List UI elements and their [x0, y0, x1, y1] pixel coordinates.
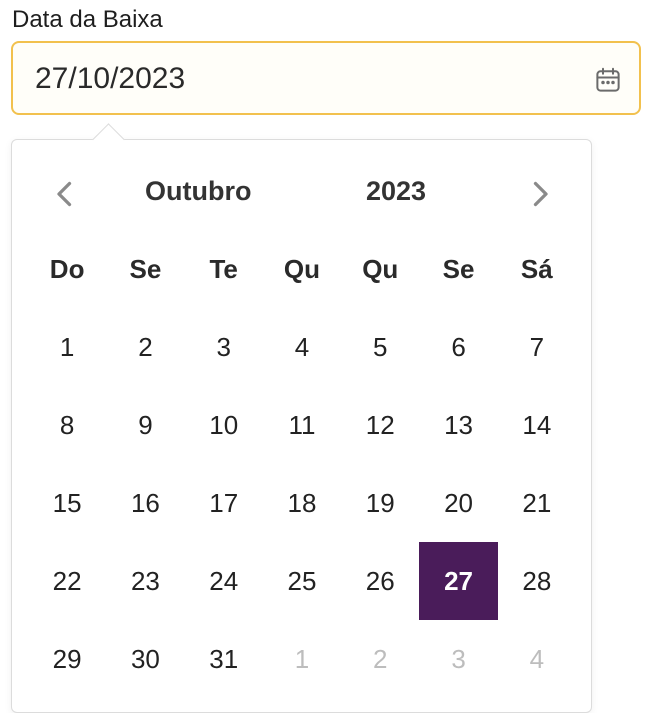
calendar-day[interactable]: 15 — [28, 464, 106, 542]
datepicker-popup: Outubro 2023 Do Se Te Qu Qu Se Sá 123456… — [11, 123, 592, 713]
chevron-left-icon[interactable] — [47, 176, 83, 212]
calendar-day[interactable]: 18 — [263, 464, 341, 542]
calendar-day-selected[interactable]: 27 — [419, 542, 498, 620]
weekday-label: Se — [442, 253, 475, 284]
calendar-icon[interactable] — [593, 65, 623, 95]
calendar-day[interactable]: 23 — [106, 542, 184, 620]
calendar-day[interactable]: 29 — [28, 620, 106, 698]
calendar-day[interactable]: 10 — [185, 386, 263, 464]
calendar-day[interactable]: 12 — [341, 386, 419, 464]
calendar-day-outside[interactable]: 1 — [263, 620, 341, 698]
calendar-week-row: 29 30 31 1 2 3 4 — [28, 620, 576, 698]
date-field[interactable] — [11, 41, 641, 115]
calendar-week-row: 8 9 10 11 12 13 14 — [28, 386, 576, 464]
calendar-day[interactable]: 20 — [419, 464, 497, 542]
calendar-day[interactable]: 30 — [106, 620, 184, 698]
calendar-day[interactable]: 9 — [106, 386, 184, 464]
calendar-week-row: 15 16 17 18 19 20 21 — [28, 464, 576, 542]
calendar-day[interactable]: 21 — [498, 464, 576, 542]
calendar-day[interactable]: 31 — [185, 620, 263, 698]
calendar-weeks: 1 2 3 4 5 6 7 8 9 10 11 12 13 14 15 16 17 18 19 20 21 22 23 24 2… — [28, 308, 576, 698]
year-selector[interactable]: 2023 — [366, 176, 426, 207]
calendar-day[interactable]: 4 — [263, 308, 341, 386]
weekday-label: Sá — [520, 253, 553, 284]
calendar-day[interactable]: 28 — [498, 542, 576, 620]
date-input[interactable] — [35, 59, 555, 99]
calendar-day-outside[interactable]: 2 — [341, 620, 419, 698]
calendar-day[interactable]: 6 — [419, 308, 497, 386]
chevron-right-icon[interactable] — [522, 176, 558, 212]
calendar-day[interactable]: 24 — [185, 542, 263, 620]
calendar-day[interactable]: 26 — [341, 542, 419, 620]
calendar-day[interactable]: 22 — [28, 542, 106, 620]
calendar-day[interactable]: 3 — [185, 308, 263, 386]
field-label: Data da Baixa — [12, 6, 163, 33]
calendar-day[interactable]: 11 — [263, 386, 341, 464]
calendar-week-row: 1234567 — [28, 308, 576, 386]
calendar-day[interactable]: 25 — [263, 542, 341, 620]
weekday-label: Te — [209, 253, 238, 284]
calendar-day[interactable]: 5 — [341, 308, 419, 386]
calendar-day[interactable]: 19 — [341, 464, 419, 542]
popup-arrow — [92, 123, 125, 156]
calendar-day[interactable]: 8 — [28, 386, 106, 464]
calendar-day-outside[interactable]: 3 — [419, 620, 497, 698]
calendar-day[interactable]: 13 — [419, 386, 497, 464]
weekday-label: Do — [49, 253, 85, 284]
calendar-day-outside[interactable]: 4 — [498, 620, 576, 698]
calendar-day[interactable]: 7 — [498, 308, 576, 386]
calendar-day[interactable]: 1 — [28, 308, 106, 386]
weekday-header: Do Se Te Qu Qu Se Sá — [28, 230, 576, 308]
calendar-week-row: 22 23 24 25 26 27 28 — [28, 542, 576, 620]
calendar-day[interactable]: 16 — [106, 464, 184, 542]
calendar-grid: Do Se Te Qu Qu Se Sá 1 2 3 4 5 6 7 8 9 10 11 12 13 14… — [28, 230, 576, 698]
weekday-label: Qu — [362, 253, 399, 284]
weekday-label: Se — [129, 253, 162, 284]
weekday-label: Qu — [283, 253, 321, 284]
calendar-day[interactable]: 14 — [498, 386, 576, 464]
month-selector[interactable]: Outubro — [145, 176, 251, 207]
calendar-day[interactable]: 17 — [185, 464, 263, 542]
calendar-day[interactable]: 2 — [106, 308, 184, 386]
